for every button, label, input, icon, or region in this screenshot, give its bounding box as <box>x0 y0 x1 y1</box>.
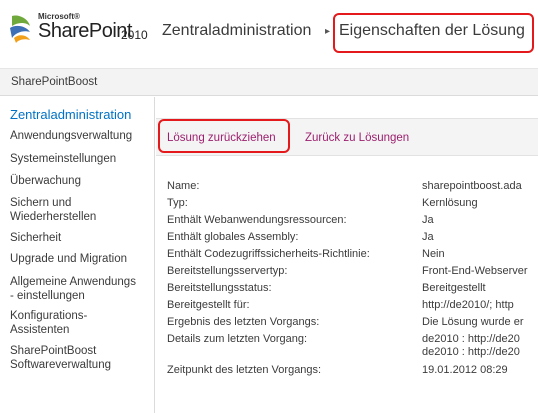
prop-label-last-time: Zeitpunkt des letzten Vorgangs: <box>167 364 322 376</box>
sharepoint-logo[interactable]: Microsoft® SharePoint 2010 <box>8 12 158 52</box>
prop-value-web-resources: Ja <box>422 214 434 226</box>
prop-value-deployed-to[interactable]: http://de2010/; http <box>422 299 514 311</box>
prop-value-global-assembly: Ja <box>422 231 434 243</box>
prop-label-server-type: Bereitstellungsservertyp: <box>167 265 288 277</box>
prop-value-last-details-2: de2010 : http://de20 <box>422 346 520 358</box>
quick-launch: Zentraladministration Anwendungsverwaltu… <box>0 97 155 413</box>
prop-label-deployed-to: Bereitgestellt für: <box>167 299 250 311</box>
top-navigation: SharePointBoost <box>0 68 538 96</box>
prop-label-name: Name: <box>167 180 200 192</box>
topnav-site-link[interactable]: SharePointBoost <box>11 76 97 88</box>
prop-label-global-assembly: Enthält globales Assembly: <box>167 231 299 243</box>
prop-value-type: Kernlösung <box>422 197 478 209</box>
prop-label-last-result: Ergebnis des letzten Vorgangs: <box>167 316 320 328</box>
annotation-highlight-title <box>333 13 534 53</box>
prop-label-type: Typ: <box>167 197 188 209</box>
leftnav-item-konfigurations-assistenten[interactable]: Konfigurations- Assistenten <box>10 309 87 337</box>
prop-label-web-resources: Enthält Webanwendungsressourcen: <box>167 214 347 226</box>
leftnav-item-allgemeine-einstellungen[interactable]: Allgemeine Anwendungs - einstellungen <box>10 275 136 303</box>
prop-value-deploy-status: Bereitgestellt <box>422 282 486 294</box>
annotation-highlight-withdraw <box>158 119 290 153</box>
prop-value-last-time: 19.01.2012 08:29 <box>422 364 508 376</box>
leftnav-heading[interactable]: Zentraladministration <box>10 107 131 122</box>
prop-value-cas-policy: Nein <box>422 248 445 260</box>
prop-value-server-type: Front-End-Webserver <box>422 265 528 277</box>
leftnav-item-systemeinstellungen[interactable]: Systemeinstellungen <box>10 152 116 166</box>
leftnav-item-anwendungsverwaltung[interactable]: Anwendungsverwaltung <box>10 129 132 143</box>
prop-value-last-result: Die Lösung wurde er <box>422 316 524 328</box>
leftnav-item-ueberwachung[interactable]: Überwachung <box>10 174 81 188</box>
back-to-solutions-link[interactable]: Zurück zu Lösungen <box>305 132 409 144</box>
sharepoint-wordmark: SharePoint <box>38 20 132 42</box>
version-label: 2010 <box>121 28 148 42</box>
prop-label-deploy-status: Bereitstellungsstatus: <box>167 282 272 294</box>
prop-value-last-details: de2010 : http://de20 <box>422 333 520 345</box>
leftnav-item-upgrade[interactable]: Upgrade und Migration <box>10 252 127 266</box>
prop-label-last-details: Details zum letzten Vorgang: <box>167 333 308 345</box>
prop-value-name: sharepointboost.ada <box>422 180 522 192</box>
breadcrumb-separator-icon: ▸ <box>325 26 331 37</box>
breadcrumb-root[interactable]: Zentraladministration <box>162 22 311 40</box>
leftnav-item-sharepointboost[interactable]: SharePointBoost Softwareverwaltung <box>10 344 111 372</box>
leftnav-item-sicherheit[interactable]: Sicherheit <box>10 231 61 245</box>
prop-label-cas-policy: Enthält Codezugriffssicherheits-Richtlin… <box>167 248 370 260</box>
leftnav-item-sichern[interactable]: Sichern und Wiederherstellen <box>10 196 96 224</box>
sharepoint-logo-icon <box>10 15 30 43</box>
